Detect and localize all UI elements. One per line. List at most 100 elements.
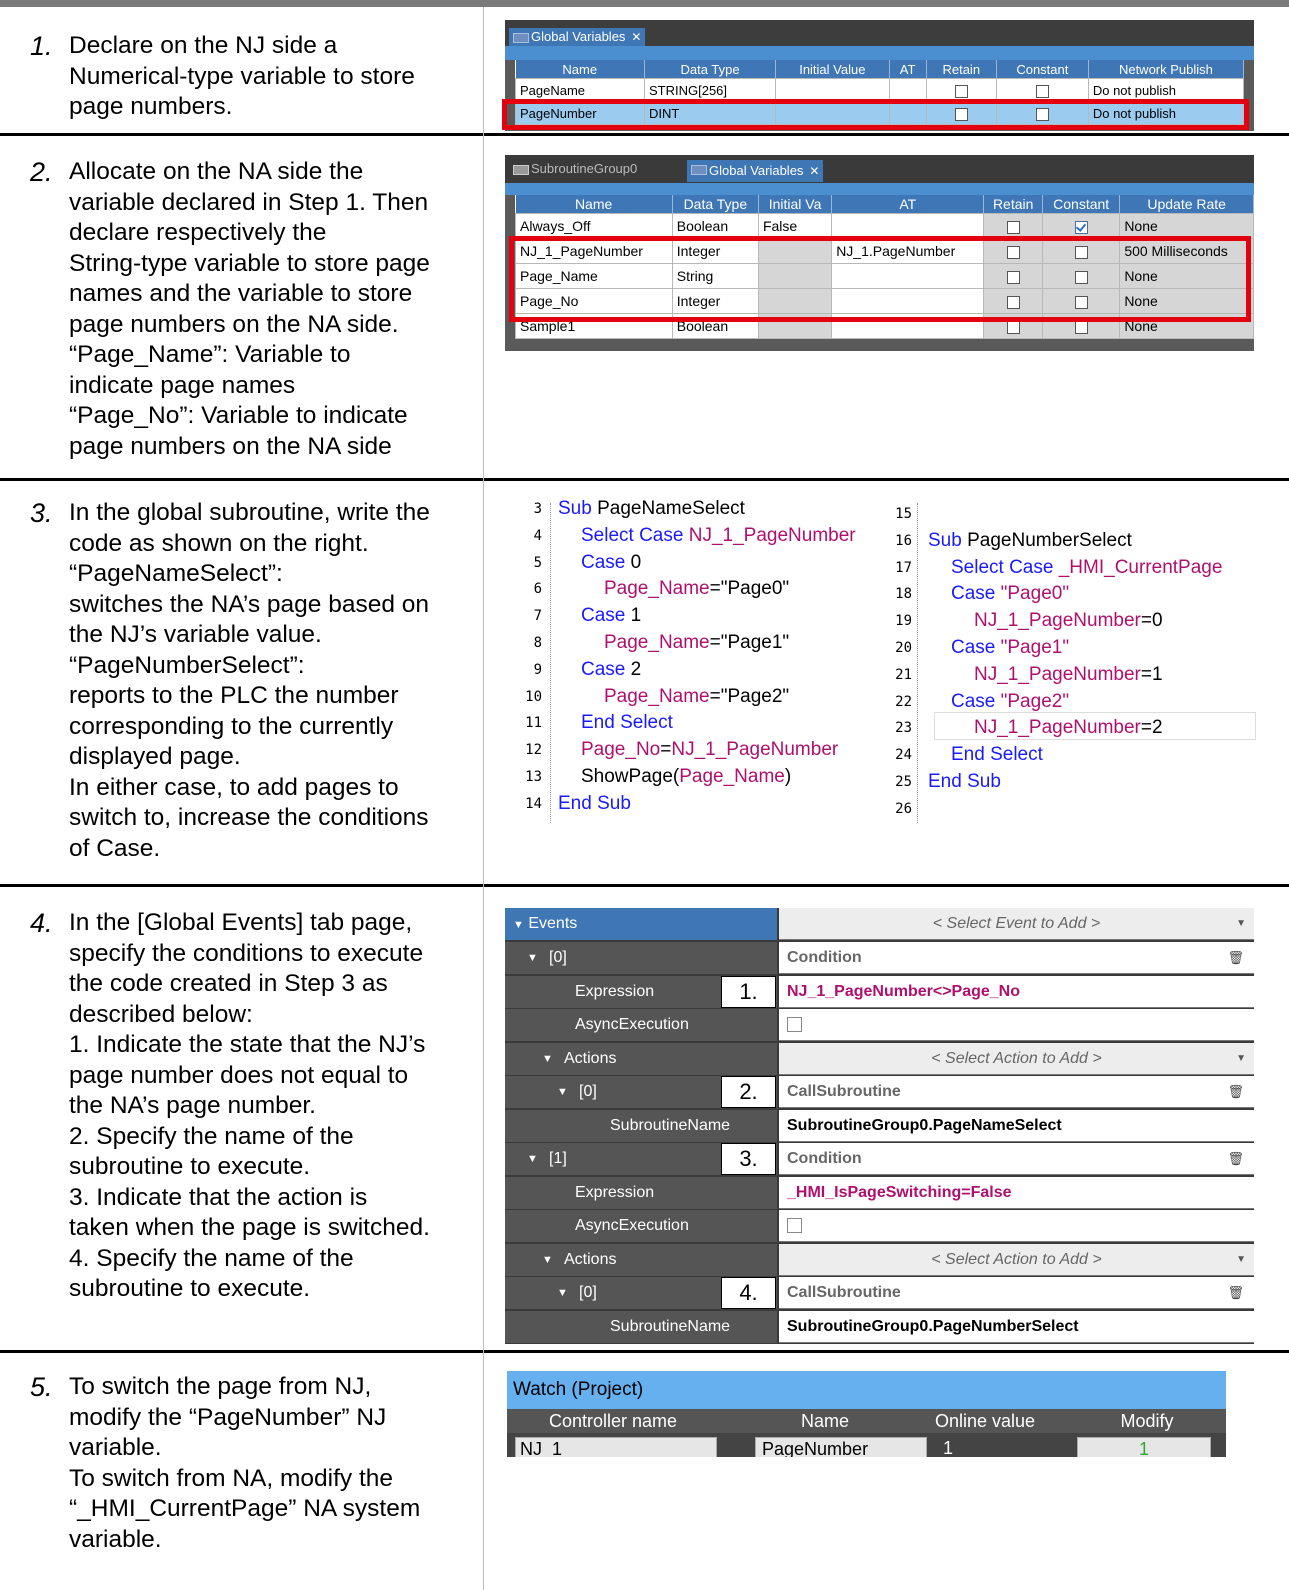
expand-icon[interactable]: ▼ (542, 1043, 553, 1075)
code-line[interactable]: ShowPage(Page_Name) (581, 764, 791, 790)
event-row[interactable]: ▼ [0] CallSubroutine 🗑 2. (505, 1076, 1254, 1108)
async-execution-checkbox[interactable] (787, 1017, 802, 1033)
close-icon[interactable]: ✕ (631, 30, 641, 44)
event-row[interactable]: ▼ [0] Condition 🗑 (505, 942, 1254, 974)
event-row[interactable]: ▼ Actions < Select Action to Add > ▼ (505, 1042, 1254, 1075)
variable-name-cell[interactable]: PageNumber (755, 1437, 927, 1457)
code-line[interactable]: NJ_1_PageNumber=1 (974, 662, 1163, 688)
select-action-dropdown[interactable]: < Select Action to Add > ▼ (779, 1042, 1254, 1075)
event-row[interactable]: ▼ [1] Condition 🗑 3. (505, 1143, 1254, 1175)
retain-checkbox[interactable] (1006, 320, 1020, 334)
code-line[interactable]: Case 0 (581, 550, 641, 576)
property-value[interactable]: NJ_1_PageNumber<>Page_No (779, 975, 1254, 1008)
name-cell[interactable]: Always_Off (515, 213, 673, 239)
column-header[interactable]: Name (515, 195, 673, 214)
retain-checkbox[interactable] (1006, 220, 1020, 234)
step-text: In the [Global Events] tab page, specify … (69, 908, 481, 1305)
event-row[interactable]: Expression _HMI_IsPageSwitching=False (505, 1176, 1254, 1209)
retain-checkbox[interactable] (954, 84, 968, 98)
expression-text: NJ_1_PageNumber<>Page_No (787, 982, 1020, 1000)
code-line[interactable]: End Sub (558, 791, 631, 817)
column-header[interactable]: Retain (926, 60, 997, 79)
code-line[interactable]: Case "Page1" (951, 635, 1069, 661)
column-header[interactable]: Constant (1042, 195, 1121, 214)
column-header[interactable]: AT (889, 60, 927, 79)
code-line[interactable]: Select Case _HMI_CurrentPage (951, 555, 1222, 581)
code-line[interactable]: Case "Page2" (951, 689, 1069, 715)
property-value[interactable]: SubroutineGroup0.PageNumberSelect (779, 1310, 1254, 1343)
expand-icon[interactable]: ▼ (557, 1076, 568, 1108)
column-header[interactable]: Data Type (644, 60, 777, 79)
column-header[interactable]: AT (831, 195, 985, 214)
initial-value-cell[interactable]: False (757, 213, 833, 239)
constant-checkbox[interactable] (1035, 84, 1049, 98)
code-line[interactable]: Select Case NJ_1_PageNumber (581, 523, 856, 549)
line-number: 16 (895, 532, 912, 549)
code-line[interactable]: Page_Name="Page0" (604, 576, 789, 602)
variables-icon (513, 33, 529, 43)
property-value[interactable]: SubroutineGroup0.PageNameSelect (779, 1109, 1254, 1142)
code-line[interactable]: Sub PageNumberSelect (928, 528, 1132, 554)
table-row[interactable]: Always_Off Boolean False None (515, 213, 1254, 239)
line-number: 14 (525, 795, 542, 812)
async-execution-checkbox[interactable] (787, 1218, 802, 1234)
modify-value-input[interactable]: 1 (1077, 1437, 1211, 1457)
column-header: Online value (935, 1411, 1036, 1431)
expand-icon[interactable]: ▼ (557, 1277, 568, 1309)
text-line: “Page_Name”: Variable to (69, 341, 351, 368)
tab-subroutinegroup0[interactable]: SubroutineGroup0 (509, 160, 641, 178)
select-event-dropdown[interactable]: < Select Event to Add > ▼ (779, 908, 1254, 940)
property-value[interactable]: CallSubroutine 🗑 (779, 1076, 1254, 1108)
code-line[interactable]: Case "Page0" (951, 581, 1069, 607)
event-row[interactable]: SubroutineName SubroutineGroup0.PageNameS… (505, 1109, 1254, 1142)
constant-checkbox[interactable] (1074, 320, 1088, 334)
column-header[interactable]: Initial Value (775, 60, 890, 79)
text-line: of Case. (69, 834, 161, 862)
expand-icon[interactable]: ▼ (527, 942, 538, 974)
update-rate-cell[interactable]: None (1119, 213, 1254, 239)
property-value[interactable]: Condition 🗑 (779, 942, 1254, 974)
trash-icon[interactable]: 🗑 (1227, 1076, 1244, 1108)
expand-icon[interactable]: ▼ (513, 919, 524, 931)
column-header[interactable]: Data Type (672, 195, 759, 214)
property-label: ▼ Actions (505, 1243, 777, 1276)
code-line[interactable]: Sub PageNameSelect (558, 496, 745, 522)
column-header[interactable]: Initial Va (758, 195, 833, 214)
trash-icon[interactable]: 🗑 (1227, 1143, 1244, 1175)
code-line[interactable]: End Sub (928, 769, 1001, 795)
trash-icon[interactable]: 🗑 (1227, 942, 1244, 974)
event-row[interactable]: ▼ Actions < Select Action to Add > ▼ (505, 1243, 1254, 1276)
code-line[interactable]: Case 2 (581, 657, 641, 683)
tab-global-variables[interactable]: Global Variables ✕ (509, 28, 646, 46)
code-line[interactable]: Page_No=NJ_1_PageNumber (581, 737, 838, 763)
code-line[interactable]: Page_Name="Page1" (604, 630, 789, 656)
column-header[interactable]: Network Publish (1088, 60, 1245, 79)
column-header[interactable]: Constant (996, 60, 1089, 79)
column-header[interactable]: Update Rate (1119, 195, 1254, 214)
event-row[interactable]: ▼ [0] CallSubroutine 🗑 4. (505, 1277, 1254, 1309)
expand-icon[interactable]: ▼ (542, 1244, 553, 1276)
expand-icon[interactable]: ▼ (527, 1143, 538, 1175)
code-line[interactable]: NJ_1_PageNumber=0 (974, 608, 1163, 634)
trash-icon[interactable]: 🗑 (1227, 1277, 1244, 1309)
column-header[interactable]: Retain (983, 195, 1044, 214)
event-row[interactable]: AsyncExecution (505, 1009, 1254, 1041)
column-header[interactable]: Name (515, 60, 645, 79)
code-line[interactable]: Page_Name="Page2" (604, 684, 789, 710)
code-line[interactable]: End Select (581, 710, 673, 736)
controller-name-cell[interactable]: NJ_1 (515, 1437, 717, 1457)
event-row[interactable]: Expression NJ_1_PageNumber<>Page_No 1. (505, 975, 1254, 1008)
event-row[interactable]: SubroutineName SubroutineGroup0.PageNumbe… (505, 1310, 1254, 1343)
select-action-dropdown[interactable]: < Select Action to Add > ▼ (779, 1243, 1254, 1276)
at-cell[interactable] (831, 213, 985, 239)
close-icon[interactable]: ✕ (809, 164, 819, 178)
property-value[interactable]: _HMI_IsPageSwitching=False (779, 1176, 1254, 1209)
tab-global-variables[interactable]: Global Variables ✕ (687, 160, 824, 182)
property-value[interactable]: CallSubroutine 🗑 (779, 1277, 1254, 1309)
code-line[interactable]: End Select (951, 742, 1043, 768)
constant-checkbox[interactable] (1074, 220, 1088, 234)
type-cell[interactable]: Boolean (671, 213, 759, 239)
event-row[interactable]: AsyncExecution (505, 1210, 1254, 1242)
property-value[interactable]: Condition 🗑 (779, 1143, 1254, 1175)
code-line[interactable]: Case 1 (581, 603, 641, 629)
